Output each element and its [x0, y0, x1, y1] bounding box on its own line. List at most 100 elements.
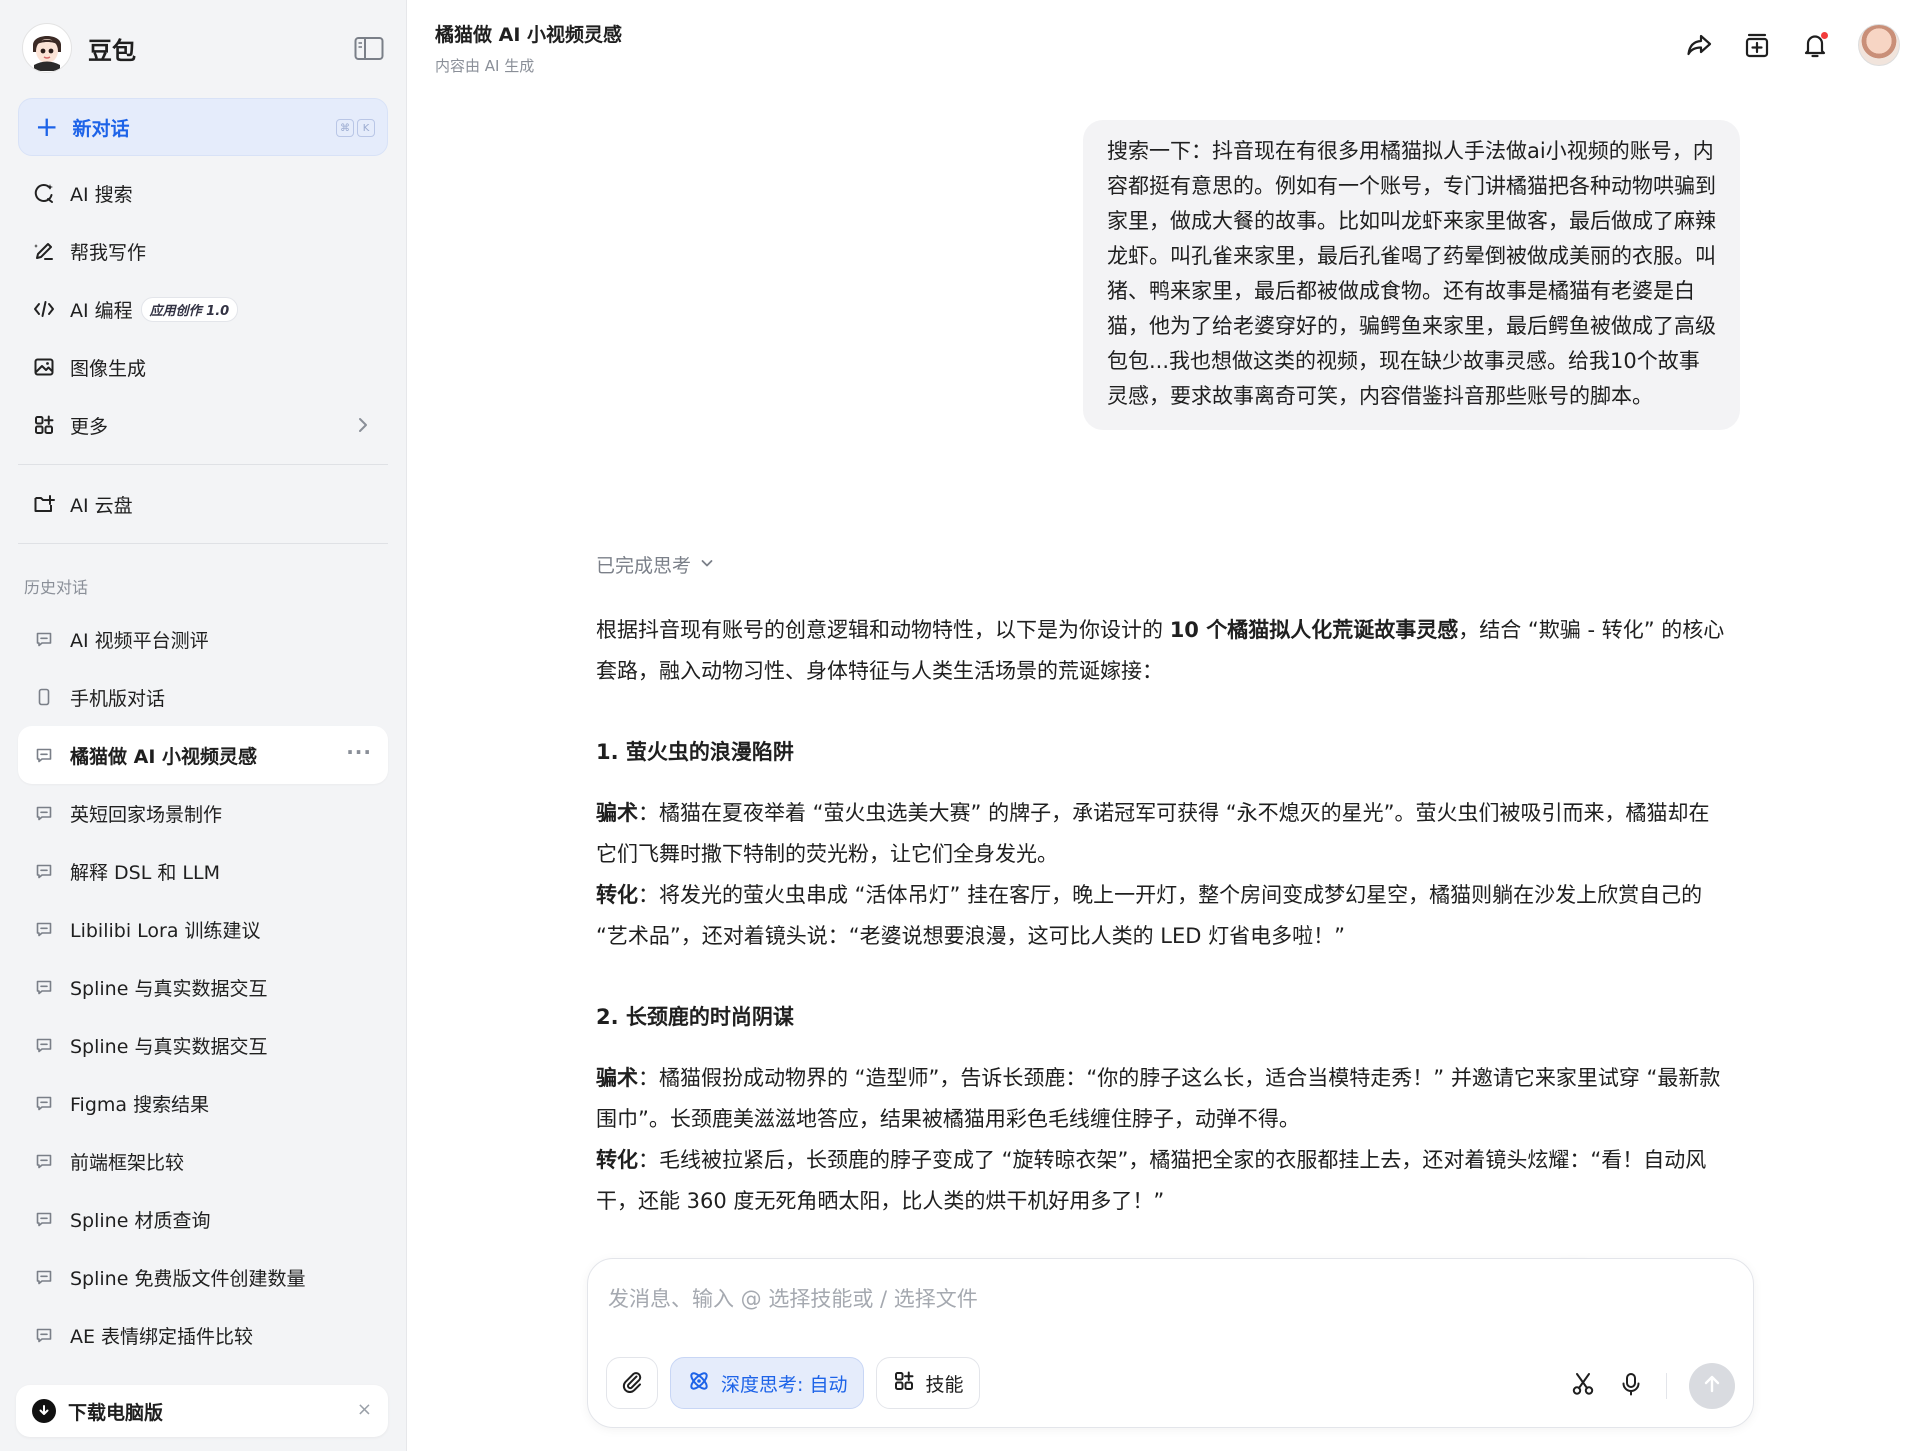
nav-ai-coding[interactable]: AI 编程 应用创作 1.0: [18, 280, 388, 338]
scissors-icon[interactable]: [1570, 1371, 1596, 1401]
scam-label: 骗术: [596, 801, 638, 825]
story-transform: 转化：毛线被拉紧后，长颈鹿的脖子变成了 “旋转晾衣架”，橘猫把全家的衣服都挂上去…: [596, 1140, 1726, 1222]
history-item[interactable]: Spline 与真实数据交互: [18, 1016, 388, 1074]
history-item-label: 英短回家场景制作: [70, 803, 223, 826]
notification-dot: [1821, 32, 1828, 39]
chat-bubble-icon: [34, 977, 54, 997]
brand[interactable]: 豆包: [18, 0, 388, 96]
skills-button[interactable]: 技能: [876, 1357, 981, 1409]
chat-bubble-icon: [34, 1151, 54, 1171]
history-item-label: Spline 材质查询: [70, 1209, 211, 1232]
history-list: AI 视频平台测评 手机版对话橘猫做 AI 小视频灵感 ··· 英短回家场景制作 解释 …: [18, 610, 388, 1364]
nav-writing[interactable]: 帮我写作: [18, 222, 388, 280]
history-item[interactable]: Libilibi Lora 训练建议: [18, 900, 388, 958]
nav-ai-cloud[interactable]: AI 云盘: [18, 475, 388, 533]
skills-label: 技能: [925, 1373, 964, 1396]
history-item-label: 橘猫做 AI 小视频灵感: [70, 745, 258, 768]
chat-bubble-icon: [34, 1209, 54, 1229]
history-item[interactable]: Figma 搜索结果: [18, 1074, 388, 1132]
add-to-collection-icon[interactable]: [1742, 30, 1772, 60]
message-composer[interactable]: 发消息、输入 @ 选择技能或 / 选择文件 深度思考: 自动 技能: [587, 1258, 1754, 1428]
download-label: 下载电脑版: [68, 1401, 164, 1424]
sidebar-collapse-icon[interactable]: [354, 36, 384, 62]
divider: [18, 464, 388, 465]
nav-label: AI 云盘: [70, 494, 133, 517]
scam-text: ：橘猫在夏夜举着 “萤火虫选美大赛” 的牌子，承诺冠军可获得 “永不熄灭的星光”…: [596, 801, 1710, 866]
transform-label: 转化: [596, 883, 638, 907]
history-item[interactable]: 橘猫做 AI 小视频灵感 ···: [18, 726, 388, 784]
story-title: 2. 长颈鹿的时尚阴谋: [596, 1005, 794, 1029]
history-item[interactable]: AI 视频平台测评: [18, 610, 388, 668]
microphone-icon[interactable]: [1618, 1371, 1644, 1401]
thinking-toggle[interactable]: 已完成思考: [596, 551, 715, 578]
history-item[interactable]: Spline 免费版文件创建数量: [18, 1248, 388, 1306]
share-icon[interactable]: [1684, 30, 1714, 60]
story-scam: 骗术：橘猫假扮成动物界的 “造型师”，告诉长颈鹿：“你的脖子这么长，适合当模特走…: [596, 1058, 1726, 1140]
history-item-label: 前端框架比较: [70, 1151, 185, 1174]
chat-bubble-icon: [34, 1325, 54, 1345]
history-item[interactable]: 英短回家场景制作: [18, 784, 388, 842]
app-name: 豆包: [88, 36, 136, 65]
sidebar: 豆包 + 新对话 ⌘ K AI 搜索 帮我写作 AI 编程 应用创作 1.0 图…: [0, 0, 407, 1451]
chevron-down-icon: [699, 554, 715, 576]
intro-text: 根据抖音现有账号的创意逻辑和动物特性，以下是为你设计的: [596, 618, 1170, 642]
doubao-logo: [22, 23, 72, 73]
ai-generated-note: 内容由 AI 生成: [435, 57, 535, 75]
send-button[interactable]: [1689, 1363, 1735, 1409]
chat-bubble-icon: [34, 745, 54, 765]
conversation-title: 橘猫做 AI 小视频灵感: [435, 24, 623, 46]
user-avatar[interactable]: [1858, 24, 1900, 66]
nav-image-gen[interactable]: 图像生成: [18, 338, 388, 396]
chat-bubble-icon: [34, 1267, 54, 1287]
download-desktop-button[interactable]: 下载电脑版 ×: [16, 1385, 388, 1437]
transform-text: ：将发光的萤火虫串成 “活体吊灯” 挂在客厅，晚上一开灯，整个房间变成梦幻星空，…: [596, 883, 1703, 948]
history-item-label: Spline 免费版文件创建数量: [70, 1267, 306, 1290]
shortcut-hint: ⌘ K: [336, 119, 375, 137]
nav-more[interactable]: 更多: [18, 396, 388, 454]
scam-label: 骗术: [596, 1066, 638, 1090]
history-item[interactable]: AE 表情绑定插件比较: [18, 1306, 388, 1364]
composer-tools: 深度思考: 自动 技能: [606, 1357, 981, 1409]
intro-highlight: 10 个橘猫拟人化荒诞故事灵感: [1169, 618, 1459, 642]
chat-bubble-icon: [34, 919, 54, 939]
app-creation-badge: 应用创作 1.0: [140, 296, 239, 322]
history-item-label: AI 视频平台测评: [70, 629, 209, 652]
history-item[interactable]: 前端框架比较: [18, 1132, 388, 1190]
attach-file-button[interactable]: [606, 1357, 658, 1409]
divider: [18, 543, 388, 544]
history-item[interactable]: Spline 与真实数据交互: [18, 958, 388, 1016]
image-icon: [32, 355, 56, 379]
notification-bell-icon[interactable]: [1800, 30, 1830, 60]
cmd-key: ⌘: [336, 119, 354, 137]
history-item[interactable]: Spline 材质查询: [18, 1190, 388, 1248]
new-chat-button[interactable]: + 新对话 ⌘ K: [18, 98, 388, 156]
nav-ai-search[interactable]: AI 搜索: [18, 164, 388, 222]
answer-intro: 根据抖音现有账号的创意逻辑和动物特性，以下是为你设计的 10 个橘猫拟人化荒诞故…: [596, 610, 1726, 692]
nav-label: 帮我写作: [70, 241, 147, 264]
scam-text: ：橘猫假扮成动物界的 “造型师”，告诉长颈鹿：“你的脖子这么长，适合当模特走秀！…: [596, 1066, 1721, 1131]
history-item-label: 解释 DSL 和 LLM: [70, 861, 220, 884]
transform-text: ：毛线被拉紧后，长颈鹿的脖子变成了 “旋转晾衣架”，橘猫把全家的衣服都挂上去，还…: [596, 1148, 1707, 1213]
chat-bubble-icon: [34, 1093, 54, 1113]
history-item-label: Spline 与真实数据交互: [70, 1035, 268, 1058]
nav-label: 图像生成: [70, 357, 147, 380]
close-icon[interactable]: ×: [357, 1399, 372, 1420]
app-root: 豆包 + 新对话 ⌘ K AI 搜索 帮我写作 AI 编程 应用创作 1.0 图…: [0, 0, 1922, 1451]
topbar: 橘猫做 AI 小视频灵感 内容由 AI 生成: [407, 0, 1922, 96]
message-input[interactable]: 发消息、输入 @ 选择技能或 / 选择文件: [608, 1283, 978, 1313]
paperclip-icon: [620, 1369, 644, 1398]
chat-bubble-icon: [34, 861, 54, 881]
user-message-bubble: 搜索一下：抖音现在有很多用橘猫拟人手法做ai小视频的账号，内容都挺有意思的。例如…: [1083, 120, 1740, 430]
history-item-label: Figma 搜索结果: [70, 1093, 210, 1116]
history-section-title: 历史对话: [24, 578, 89, 597]
more-options-icon[interactable]: ···: [346, 740, 372, 764]
deep-thinking-toggle[interactable]: 深度思考: 自动: [670, 1357, 865, 1409]
divider: [1666, 1373, 1667, 1399]
history-item[interactable]: 解释 DSL 和 LLM: [18, 842, 388, 900]
story-transform: 转化：将发光的萤火虫串成 “活体吊灯” 挂在客厅，晚上一开灯，整个房间变成梦幻星…: [596, 875, 1726, 957]
nav-label: AI 搜索: [70, 183, 133, 206]
assistant-answer: 根据抖音现有账号的创意逻辑和动物特性，以下是为你设计的 10 个橘猫拟人化荒诞故…: [596, 610, 1726, 1222]
chat-area: 搜索一下：抖音现在有很多用橘猫拟人手法做ai小视频的账号，内容都挺有意思的。例如…: [407, 96, 1922, 1451]
history-item[interactable]: 手机版对话: [18, 668, 388, 726]
history-item-label: 手机版对话: [70, 687, 166, 710]
